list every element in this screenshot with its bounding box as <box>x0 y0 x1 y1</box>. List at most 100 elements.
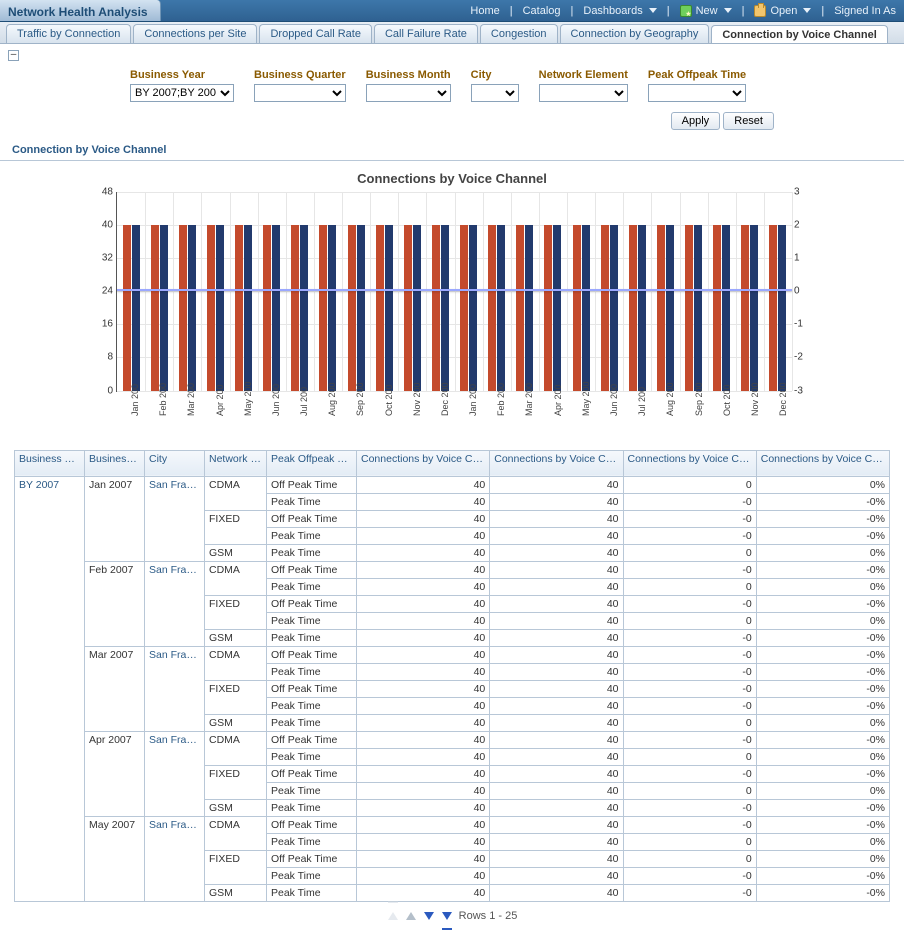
prompt-business-month[interactable] <box>366 84 451 102</box>
chart-bar <box>722 225 730 391</box>
cell-business-month: Jan 2007 <box>85 476 145 561</box>
prompt-business-quarter[interactable] <box>254 84 346 102</box>
collapse-section-button[interactable]: – <box>8 50 19 61</box>
cell-conn: 40 <box>357 680 490 697</box>
cell-chg: -0 <box>623 561 756 578</box>
table-header[interactable]: City <box>145 450 205 476</box>
chart-bar <box>778 225 786 391</box>
cell-peak: Peak Time <box>267 833 357 850</box>
prompt-city[interactable] <box>471 84 519 102</box>
cell-pct: -0% <box>756 663 889 680</box>
prompt-peak[interactable] <box>648 84 746 102</box>
cell-conn: 40 <box>357 867 490 884</box>
link-open[interactable]: Open <box>754 5 811 17</box>
tab-congestion[interactable]: Congestion <box>480 24 558 43</box>
link-home[interactable]: Home <box>470 5 499 17</box>
cell-conn: 40 <box>357 714 490 731</box>
chart-y2tick: 2 <box>794 219 818 230</box>
pager-down-button[interactable] <box>423 910 435 922</box>
cell-peak: Peak Time <box>267 748 357 765</box>
chart-bar <box>385 225 393 391</box>
cell-business-month: Feb 2007 <box>85 561 145 646</box>
pager-first-button[interactable] <box>387 910 399 922</box>
chart-ytick: 40 <box>87 219 113 230</box>
tab-connection-by-geography[interactable]: Connection by Geography <box>560 24 710 43</box>
cell-chg: 0 <box>623 544 756 561</box>
cell-conn-ly: 40 <box>490 493 623 510</box>
app-title: Network Health Analysis <box>0 0 161 21</box>
cell-conn-ly: 40 <box>490 833 623 850</box>
cell-conn: 40 <box>357 544 490 561</box>
chart-y2tick: 1 <box>794 252 818 263</box>
tab-call-failure-rate[interactable]: Call Failure Rate <box>374 24 478 43</box>
chart-bar-group <box>314 192 342 391</box>
cell-conn: 40 <box>357 765 490 782</box>
cell-city[interactable]: San Francisco <box>145 816 205 901</box>
chart-bar-group <box>258 192 286 391</box>
prompt-business-year[interactable]: BY 2007;BY 200 <box>130 84 234 102</box>
chart-bar-group <box>764 192 792 391</box>
link-dashboards[interactable]: Dashboards <box>583 5 656 17</box>
table-header[interactable]: Peak Offpeak Time <box>267 450 357 476</box>
table-header[interactable]: Network Element <box>205 450 267 476</box>
signed-in-label: Signed In As <box>834 5 896 17</box>
reset-button[interactable]: Reset <box>723 112 774 130</box>
cell-conn-ly: 40 <box>490 731 623 748</box>
cell-peak: Off Peak Time <box>267 765 357 782</box>
cell-network-element: GSM <box>205 544 267 561</box>
chart-bar <box>151 225 159 391</box>
table-header[interactable]: Business Year <box>15 450 85 476</box>
cell-peak: Off Peak Time <box>267 680 357 697</box>
dashboard-tabstrip: Traffic by ConnectionConnections per Sit… <box>0 22 904 44</box>
cell-conn-ly: 40 <box>490 850 623 867</box>
chart-bar <box>694 225 702 391</box>
tab-traffic-by-connection[interactable]: Traffic by Connection <box>6 24 131 43</box>
cell-city[interactable]: San Francisco <box>145 646 205 731</box>
link-catalog[interactable]: Catalog <box>523 5 561 17</box>
chart-bar-group <box>398 192 426 391</box>
table-row: May 2007San FranciscoCDMAOff Peak Time40… <box>15 816 890 833</box>
tab-dropped-call-rate[interactable]: Dropped Call Rate <box>259 24 372 43</box>
table-header[interactable]: Connections by Voice Channel LY <box>490 450 623 476</box>
chart-bar-group <box>680 192 708 391</box>
table-header[interactable]: Business Month <box>85 450 145 476</box>
cell-conn-ly: 40 <box>490 510 623 527</box>
chart-bar <box>629 225 637 391</box>
prompt-network-element[interactable] <box>539 84 628 102</box>
cell-chg: 0 <box>623 782 756 799</box>
cell-peak: Off Peak Time <box>267 731 357 748</box>
cell-conn-ly: 40 <box>490 595 623 612</box>
global-links: Home | Catalog | Dashboards | New | Open… <box>470 0 904 21</box>
cell-city[interactable]: San Francisco <box>145 476 205 561</box>
chart-bar <box>516 225 524 391</box>
apply-button[interactable]: Apply <box>671 112 721 130</box>
chart-bar <box>272 225 280 391</box>
pager-up-button[interactable] <box>405 910 417 922</box>
cell-network-element: GSM <box>205 884 267 901</box>
cell-city[interactable]: San Francisco <box>145 731 205 816</box>
cell-chg: -0 <box>623 731 756 748</box>
chart-bar <box>573 225 581 391</box>
pager-last-button[interactable] <box>441 910 453 922</box>
cell-chg: -0 <box>623 697 756 714</box>
cell-chg: -0 <box>623 765 756 782</box>
cell-chg: -0 <box>623 867 756 884</box>
chart-bar <box>132 225 140 391</box>
cell-pct: 0% <box>756 833 889 850</box>
chart-ytick: 8 <box>87 352 113 363</box>
cell-peak: Off Peak Time <box>267 850 357 867</box>
cell-conn-ly: 40 <box>490 646 623 663</box>
table-pager: Rows 1 - 25 <box>0 906 904 932</box>
chart-bar <box>432 225 440 391</box>
table-header[interactable]: Connections by Voice Channel Change LY <box>623 450 756 476</box>
table-header[interactable]: Connections by Voice Channel <box>357 450 490 476</box>
tab-connection-by-voice-channel[interactable]: Connection by Voice Channel <box>711 25 887 44</box>
cell-conn-ly: 40 <box>490 782 623 799</box>
table-header[interactable]: Connections by Voice Channel % Change LY <box>756 450 889 476</box>
cell-pct: 0% <box>756 714 889 731</box>
tab-connections-per-site[interactable]: Connections per Site <box>133 24 257 43</box>
cell-business-year[interactable]: BY 2007 <box>15 476 85 901</box>
cell-city[interactable]: San Francisco <box>145 561 205 646</box>
link-new[interactable]: New <box>680 5 732 17</box>
table-row: Feb 2007San FranciscoCDMAOff Peak Time40… <box>15 561 890 578</box>
